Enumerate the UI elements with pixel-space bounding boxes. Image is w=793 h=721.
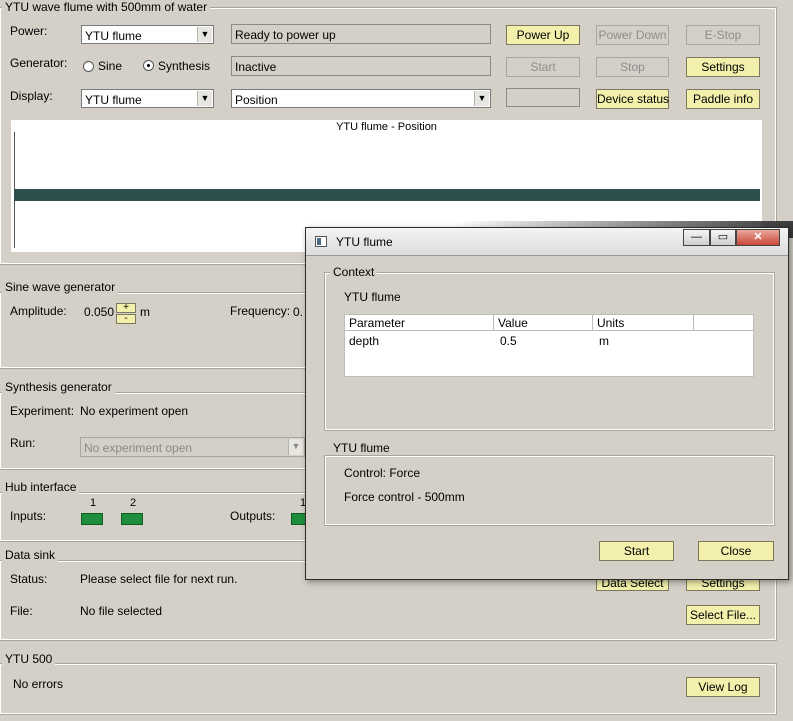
run-combo[interactable]: No experiment open ▼ <box>80 437 305 457</box>
power-combo-value: YTU flume <box>85 29 142 43</box>
synthesis-radio[interactable] <box>143 60 154 71</box>
context-name: YTU flume <box>344 290 401 304</box>
dialog-titlebar[interactable]: YTU flume — ▭ ✕ <box>306 228 788 256</box>
hub-group-title: Hub interface <box>2 480 80 494</box>
display-mode-value: Position <box>235 93 278 107</box>
settings-button[interactable]: Settings <box>686 57 760 77</box>
input-1-label: 1 <box>90 497 97 509</box>
frequency-label: Frequency: <box>230 304 291 318</box>
device-status-button[interactable]: Device status <box>596 89 669 109</box>
ytu-flume-dialog: YTU flume — ▭ ✕ Context YTU flume Parame… <box>305 227 789 580</box>
ytu500-group-title: YTU 500 <box>2 652 56 666</box>
chevron-down-icon[interactable]: ▼ <box>197 27 212 42</box>
dialog-start-button[interactable]: Start <box>599 541 674 561</box>
control-mode: Control: Force <box>344 466 421 480</box>
column-header-value[interactable]: Value <box>494 315 593 331</box>
sink-status-value: Please select file for next run. <box>80 572 238 586</box>
amplitude-unit: m <box>140 305 150 319</box>
synthesis-group-title: Synthesis generator <box>2 380 115 394</box>
parameter-table[interactable]: Parameter Value Units depth 0.5 m <box>344 314 754 377</box>
table-cell-parameter[interactable]: depth <box>349 334 379 348</box>
column-header-units[interactable]: Units <box>593 315 694 331</box>
dialog-close-button[interactable]: Close <box>698 541 774 561</box>
generator-start-button[interactable]: Start <box>506 57 580 77</box>
power-label: Power: <box>10 24 48 38</box>
estop-button[interactable]: E-Stop <box>686 25 760 45</box>
close-icon[interactable]: ✕ <box>736 229 780 246</box>
sine-radio-label[interactable]: Sine <box>98 59 122 73</box>
power-combo[interactable]: YTU flume ▼ <box>81 25 214 44</box>
amplitude-decrease-button[interactable]: - <box>116 314 136 324</box>
context-group-title: Context <box>330 265 378 279</box>
dialog-title: YTU flume <box>336 235 393 249</box>
maximize-icon[interactable]: ▭ <box>710 229 736 246</box>
display-mode-combo[interactable]: Position ▼ <box>231 89 491 108</box>
sink-status-label: Status: <box>10 572 48 586</box>
synthesis-radio-label[interactable]: Synthesis <box>158 59 210 73</box>
experiment-label: Experiment: <box>10 404 75 418</box>
frequency-value: 0. <box>293 305 304 319</box>
column-header-parameter[interactable]: Parameter <box>345 315 494 331</box>
flume-group-title: YTU wave flume with 500mm of water <box>2 0 211 14</box>
amplitude-increase-button[interactable]: + <box>116 303 136 313</box>
view-log-button[interactable]: View Log <box>686 677 760 697</box>
select-file-button[interactable]: Select File... <box>686 605 760 625</box>
ytu500-status: No errors <box>13 677 64 691</box>
outputs-label: Outputs: <box>230 509 276 523</box>
run-combo-value: No experiment open <box>84 441 193 455</box>
power-up-button[interactable]: Power Up <box>506 25 580 45</box>
flume-info-group-title: YTU flume <box>330 441 393 455</box>
run-label: Run: <box>10 436 36 450</box>
generator-status: Inactive <box>231 56 491 76</box>
chevron-down-icon[interactable]: ▼ <box>288 439 303 455</box>
plot-title: YTU flume - Position <box>336 121 437 133</box>
chevron-down-icon[interactable]: ▼ <box>197 91 212 106</box>
chevron-down-icon[interactable]: ▼ <box>474 91 489 106</box>
app-icon <box>315 236 327 247</box>
table-cell-units[interactable]: m <box>599 334 609 348</box>
inputs-label: Inputs: <box>10 509 47 523</box>
display-indicator <box>506 88 580 107</box>
sine-radio[interactable] <box>83 61 94 72</box>
table-cell-value[interactable]: 0.5 <box>500 334 517 348</box>
amplitude-label: Amplitude: <box>10 304 67 318</box>
power-status: Ready to power up <box>231 24 491 44</box>
position-trace <box>14 189 760 201</box>
file-label: File: <box>10 604 33 618</box>
display-combo[interactable]: YTU flume ▼ <box>81 89 214 108</box>
power-down-button[interactable]: Power Down <box>596 25 669 45</box>
sink-group-title: Data sink <box>2 548 59 562</box>
sine-group-title: Sine wave generator <box>2 280 119 294</box>
input-2-label: 2 <box>130 497 137 509</box>
file-value: No file selected <box>80 604 163 618</box>
amplitude-value: 0.050 <box>84 305 115 319</box>
generator-stop-button[interactable]: Stop <box>596 57 669 77</box>
generator-label: Generator: <box>10 56 68 70</box>
input-2-indicator <box>121 513 143 525</box>
force-control: Force control - 500mm <box>344 490 465 504</box>
minimize-icon[interactable]: — <box>683 229 710 246</box>
experiment-value: No experiment open <box>80 404 189 418</box>
column-header-blank <box>694 315 753 331</box>
display-label: Display: <box>10 89 53 103</box>
input-1-indicator <box>81 513 103 525</box>
paddle-info-button[interactable]: Paddle info <box>686 89 760 109</box>
ytu500-group <box>0 663 777 715</box>
display-combo-value: YTU flume <box>85 93 142 107</box>
